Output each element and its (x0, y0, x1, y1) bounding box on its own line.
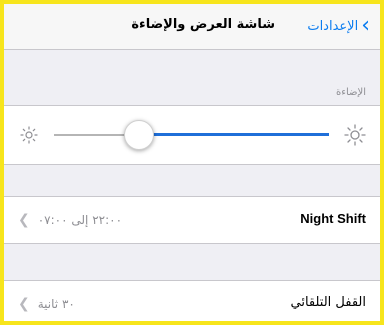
screenshot-frame: ‹ الإعدادات شاشة العرض والإضاءة الإضاءة (0, 0, 384, 325)
brightness-slider-thumb[interactable] (124, 120, 154, 150)
auto-lock-detail: ❮ ٣٠ ثانية (18, 296, 75, 312)
brightness-slider-row (4, 105, 380, 165)
night-shift-detail: ❮ ٢٢:٠٠ إلى ٠٧:٠٠ (18, 212, 122, 228)
sun-small-icon (20, 126, 38, 144)
brightness-section-header: الإضاءة (336, 87, 366, 98)
night-shift-schedule: ٢٢:٠٠ إلى ٠٧:٠٠ (37, 213, 123, 227)
back-button[interactable]: ‹ الإعدادات (307, 15, 370, 37)
page-title: شاشة العرض والإضاءة (131, 17, 275, 32)
night-shift-label: Night Shift (300, 211, 366, 226)
auto-lock-value: ٣٠ ثانية (37, 297, 75, 311)
auto-lock-label: القفل التلقائي (290, 295, 367, 310)
chevron-left-icon: ❮ (18, 212, 30, 228)
slider-track-filled (139, 133, 329, 136)
back-label: الإعدادات (307, 18, 359, 34)
chevron-left-icon: ‹ (361, 13, 370, 38)
navigation-bar: ‹ الإعدادات شاشة العرض والإضاءة (4, 4, 380, 50)
chevron-left-icon: ❮ (18, 296, 30, 312)
auto-lock-row[interactable]: القفل التلقائي ❮ ٣٠ ثانية (4, 280, 380, 321)
night-shift-row[interactable]: Night Shift ❮ ٢٢:٠٠ إلى ٠٧:٠٠ (4, 196, 380, 244)
sun-large-icon (344, 124, 366, 146)
